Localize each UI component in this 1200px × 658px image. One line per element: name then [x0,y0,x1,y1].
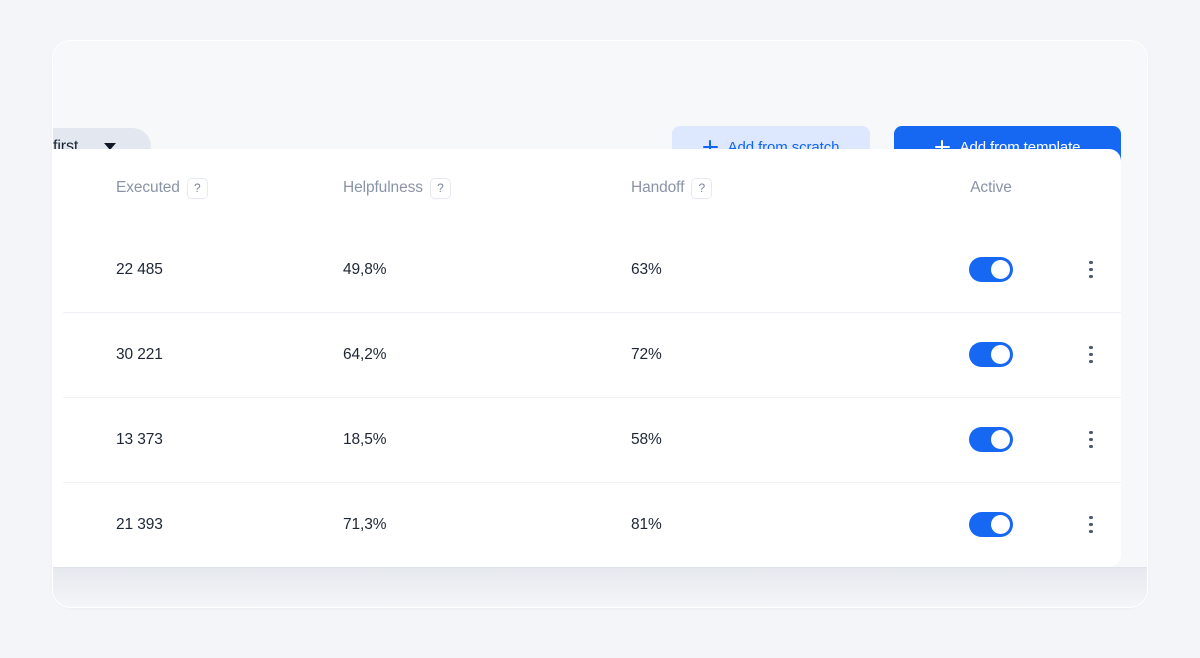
cell-helpfulness-value: 71,3% [343,515,387,533]
help-icon-handoff[interactable]: ? [691,177,713,199]
cell-executed: 13 373 [53,431,343,449]
help-icon-helpfulness[interactable]: ? [429,177,451,199]
cell-helpfulness: 18,5% [343,431,631,449]
cell-menu [1061,512,1121,538]
column-header-handoff-label: Handoff [631,179,685,196]
cell-helpfulness: 64,2% [343,346,631,364]
kebab-menu-icon[interactable] [1079,257,1103,283]
cell-active [921,342,1061,367]
column-header-helpfulness: Helpfulness ? [343,177,631,199]
scenarios-card: first Add from scratch Add from template… [52,40,1148,608]
active-toggle[interactable] [969,427,1013,452]
cell-executed: 21 393 [53,516,343,534]
kebab-menu-icon[interactable] [1079,427,1103,453]
cell-executed-value: 21 393 [116,515,163,533]
toggle-knob [990,259,1011,280]
column-header-active-label: Active [970,179,1012,196]
cell-handoff: 72% [631,346,921,364]
column-header-executed: Executed ? [53,177,343,199]
cell-helpfulness-value: 18,5% [343,430,387,448]
cell-menu [1061,427,1121,453]
table-row: 21 393 71,3% 81% [53,482,1121,567]
kebab-menu-icon[interactable] [1079,342,1103,368]
cell-active [921,427,1061,452]
column-header-executed-label: Executed [116,179,180,196]
table-row: 30 221 64,2% 72% [53,312,1121,397]
help-icon-executed[interactable]: ? [186,177,208,199]
scenarios-table: Executed ? Helpfulness ? Handoff ? Activ… [53,149,1121,567]
card-footer-shade [53,567,1147,607]
active-toggle[interactable] [969,257,1013,282]
cell-active [921,512,1061,537]
cell-active [921,257,1061,282]
cell-helpfulness: 49,8% [343,261,631,279]
cell-helpfulness: 71,3% [343,516,631,534]
cell-executed: 30 221 [53,346,343,364]
column-header-handoff: Handoff ? [631,177,921,199]
table-toolbar: first Add from scratch Add from template [53,41,1147,168]
table-row: 13 373 18,5% 58% [53,397,1121,482]
active-toggle[interactable] [969,512,1013,537]
cell-menu [1061,257,1121,283]
column-header-active: Active [921,179,1061,197]
cell-executed: 22 485 [53,261,343,279]
toggle-knob [990,344,1011,365]
toggle-knob [990,429,1011,450]
table-row: 22 485 49,8% 63% [53,227,1121,312]
toggle-knob [990,514,1011,535]
column-header-helpfulness-label: Helpfulness [343,179,423,196]
kebab-menu-icon[interactable] [1079,512,1103,538]
cell-executed-value: 30 221 [116,345,163,363]
cell-handoff-value: 81% [631,515,662,533]
cell-handoff-value: 58% [631,430,662,448]
active-toggle[interactable] [969,342,1013,367]
cell-handoff: 81% [631,516,921,534]
cell-handoff: 58% [631,431,921,449]
cell-helpfulness-value: 49,8% [343,260,387,278]
cell-executed-value: 22 485 [116,260,163,278]
cell-handoff-value: 63% [631,260,662,278]
cell-handoff-value: 72% [631,345,662,363]
cell-menu [1061,342,1121,368]
cell-executed-value: 13 373 [116,430,163,448]
cell-helpfulness-value: 64,2% [343,345,387,363]
cell-handoff: 63% [631,261,921,279]
table-header-row: Executed ? Helpfulness ? Handoff ? Activ… [53,149,1121,227]
